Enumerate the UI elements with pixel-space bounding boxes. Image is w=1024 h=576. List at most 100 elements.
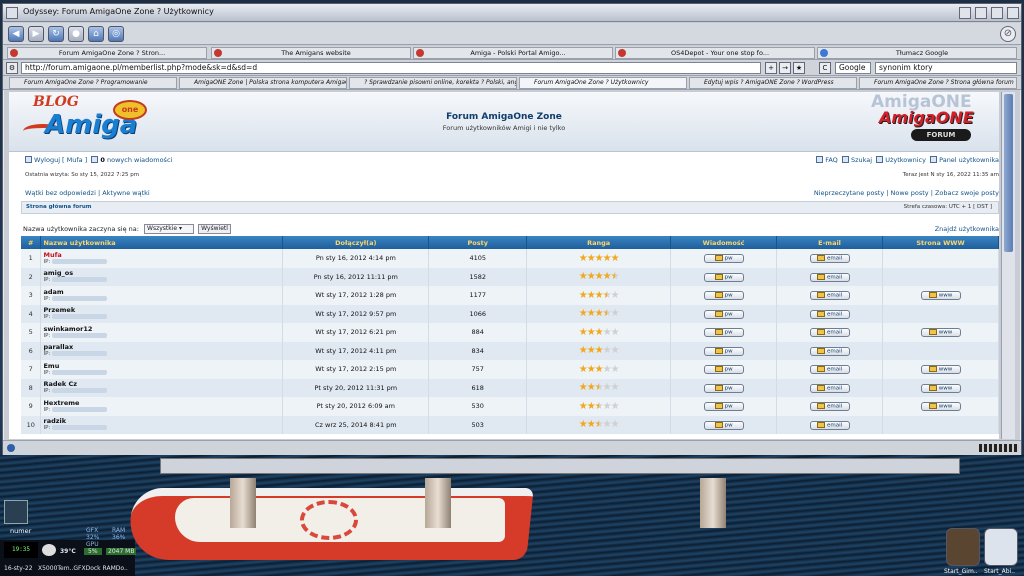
- blog-amiga-logo[interactable]: BLOG Amiga one: [23, 94, 173, 150]
- browser-tab-active[interactable]: Forum AmigaOne Zone ? Użytkownicy: [519, 77, 687, 89]
- users-link[interactable]: Użytkownicy: [885, 156, 926, 164]
- email-button[interactable]: email: [809, 365, 850, 374]
- username-link[interactable]: Przemek: [43, 306, 282, 314]
- vertical-scrollbar[interactable]: [1001, 92, 1015, 439]
- email-button[interactable]: email: [809, 328, 850, 337]
- pm-button[interactable]: pw: [703, 383, 744, 393]
- username-link[interactable]: radzik: [43, 417, 282, 425]
- email-button[interactable]: email: [809, 254, 850, 263]
- header-joined[interactable]: Dołączył(a): [282, 236, 430, 249]
- home-button[interactable]: ⌂: [88, 26, 104, 42]
- browser-tab[interactable]: Forum AmigaOne Zone ? Programowanie: [9, 77, 177, 89]
- pm-button[interactable]: pw: [703, 402, 744, 411]
- bookmark-add-icon[interactable]: +: [765, 62, 777, 74]
- bookmarks-button[interactable]: ◎: [108, 26, 124, 42]
- pm-button[interactable]: pw: [703, 328, 744, 337]
- browser-tab[interactable]: Edytuj wpis ? AmigaONE Zone ? WordPress: [689, 77, 857, 89]
- quick-link[interactable]: Tłumacz Google: [817, 47, 1017, 59]
- user-panel-link[interactable]: Panel użytkownika: [939, 156, 999, 164]
- amigaone-forum-logo[interactable]: AmigaONE AmigaONE FORUM: [871, 92, 989, 150]
- address-input[interactable]: http://forum.amigaone.pl/memberlist.php?…: [21, 62, 761, 74]
- username-link[interactable]: amig_os: [43, 269, 282, 277]
- header-posts[interactable]: Posty: [428, 236, 528, 249]
- pm-button[interactable]: pw: [703, 291, 744, 300]
- email-button[interactable]: email: [809, 309, 850, 319]
- browser-tab[interactable]: AmigaONE Zone | Polska strona komputera …: [179, 77, 347, 89]
- back-button[interactable]: ◀: [8, 26, 24, 42]
- username-link[interactable]: parallax: [43, 343, 282, 351]
- quick-link[interactable]: Amiga - Polski Portal Amigo...: [413, 47, 613, 59]
- header-number[interactable]: #: [21, 236, 42, 249]
- email-button[interactable]: email: [809, 291, 850, 300]
- pm-button[interactable]: pw: [703, 346, 744, 356]
- feed-icon[interactable]: ★: [793, 62, 805, 74]
- quick-link[interactable]: The Amigans website: [211, 47, 411, 59]
- faq-link[interactable]: FAQ: [825, 156, 838, 164]
- depth-button[interactable]: [991, 7, 1003, 19]
- search-engine-select[interactable]: Google: [835, 62, 871, 74]
- breadcrumb[interactable]: Strona główna forum: [26, 204, 92, 210]
- username-link[interactable]: swinkamor12: [43, 325, 282, 333]
- background-window[interactable]: [160, 458, 960, 474]
- letter-select[interactable]: Wszystkie ▾: [144, 224, 195, 234]
- unread-posts-link[interactable]: Nieprzeczytane posty: [814, 189, 884, 197]
- header-rank[interactable]: Ranga: [526, 236, 672, 249]
- quick-link[interactable]: OS4Depot - Your one stop fo...: [615, 47, 815, 59]
- volume-icon[interactable]: [4, 500, 28, 524]
- www-button[interactable]: www: [920, 383, 961, 393]
- forward-button[interactable]: ▶: [28, 26, 44, 42]
- username-link[interactable]: Mufa: [43, 251, 282, 259]
- header-website[interactable]: Strona WWW: [882, 236, 999, 249]
- pm-button[interactable]: pw: [703, 365, 744, 374]
- pm-button[interactable]: pw: [703, 272, 744, 282]
- settings-icon[interactable]: ⊘: [1000, 26, 1016, 42]
- search-link[interactable]: Szukaj: [851, 156, 872, 164]
- zoom-button[interactable]: [975, 7, 987, 19]
- pm-button[interactable]: pw: [703, 420, 744, 430]
- www-button[interactable]: www: [920, 291, 961, 300]
- email-button[interactable]: email: [809, 402, 850, 411]
- messages-count[interactable]: 0: [100, 156, 105, 164]
- display-button[interactable]: Wyświetl: [198, 224, 231, 234]
- www-button[interactable]: www: [920, 328, 961, 337]
- site-info-icon[interactable]: ⚙: [6, 62, 18, 74]
- site-icon: [618, 49, 626, 57]
- quick-link[interactable]: Forum AmigaOne Zone ? Stron...: [7, 47, 207, 59]
- close-window-button[interactable]: [6, 7, 18, 19]
- own-posts-link[interactable]: Zobacz swoje posty: [935, 189, 999, 197]
- email-button[interactable]: email: [809, 420, 850, 430]
- search-engine-icon[interactable]: C: [819, 62, 831, 74]
- header-username[interactable]: Nazwa użytkownika: [40, 236, 284, 249]
- pm-button[interactable]: pw: [703, 254, 744, 263]
- pm-button[interactable]: pw: [703, 309, 744, 319]
- messages-link[interactable]: nowych wiadomości: [107, 156, 172, 164]
- stop-button[interactable]: ●: [68, 26, 84, 42]
- title-bar[interactable]: Odyssey: Forum AmigaOne Zone ? Użytkowni…: [3, 4, 1021, 22]
- unanswered-link[interactable]: Wątki bez odpowiedzi: [25, 189, 96, 197]
- clock-display[interactable]: 19:35: [4, 542, 38, 558]
- go-icon[interactable]: →: [779, 62, 791, 74]
- email-button[interactable]: email: [809, 272, 850, 282]
- scrollbar-thumb[interactable]: [1004, 94, 1013, 252]
- window-menu-button[interactable]: [1007, 7, 1019, 19]
- gimp-icon[interactable]: [946, 528, 980, 566]
- find-member-link[interactable]: Znajdź użytkownika: [935, 225, 999, 233]
- abiword-icon[interactable]: [984, 528, 1018, 566]
- active-topics-link[interactable]: Aktywne wątki: [102, 189, 150, 197]
- username-link[interactable]: Radek Cz: [43, 380, 282, 388]
- search-input[interactable]: synonim ktory: [875, 62, 1017, 74]
- browser-tab[interactable]: Forum AmigaOne Zone ? Strona główna foru…: [859, 77, 1017, 89]
- browser-tab[interactable]: ? Sprawdzanie pisowni online, korekta ? …: [349, 77, 517, 89]
- email-button[interactable]: email: [809, 383, 850, 393]
- username-link[interactable]: Hextreme: [43, 399, 282, 407]
- new-posts-link[interactable]: Nowe posty: [891, 189, 929, 197]
- www-button[interactable]: www: [920, 402, 961, 411]
- logout-link[interactable]: Wyloguj [ Mufa ]: [34, 156, 87, 164]
- username-link[interactable]: adam: [43, 288, 282, 296]
- reload-button[interactable]: ↻: [48, 26, 64, 42]
- www-button[interactable]: www: [920, 365, 961, 374]
- email-button[interactable]: email: [809, 346, 850, 356]
- clock-icon[interactable]: [42, 544, 56, 556]
- iconify-button[interactable]: [959, 7, 971, 19]
- username-link[interactable]: Emu: [43, 362, 282, 370]
